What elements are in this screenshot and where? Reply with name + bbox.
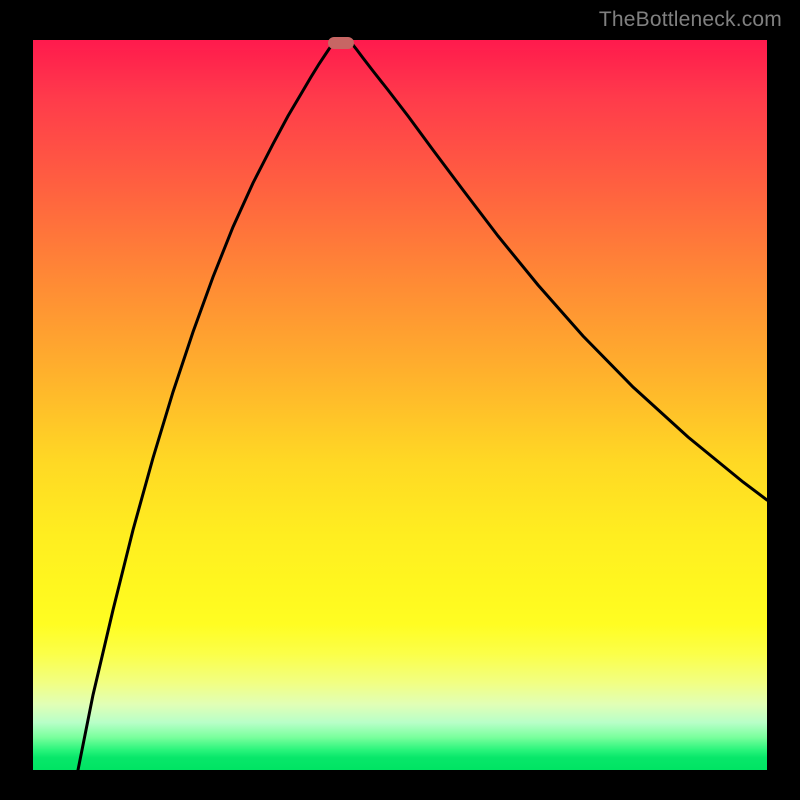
curve-left-branch — [78, 43, 334, 770]
optimal-marker — [328, 37, 354, 49]
watermark-text: TheBottleneck.com — [599, 8, 782, 32]
bottleneck-curve — [33, 40, 767, 770]
plot-area — [33, 40, 767, 770]
curve-right-branch — [351, 43, 767, 500]
